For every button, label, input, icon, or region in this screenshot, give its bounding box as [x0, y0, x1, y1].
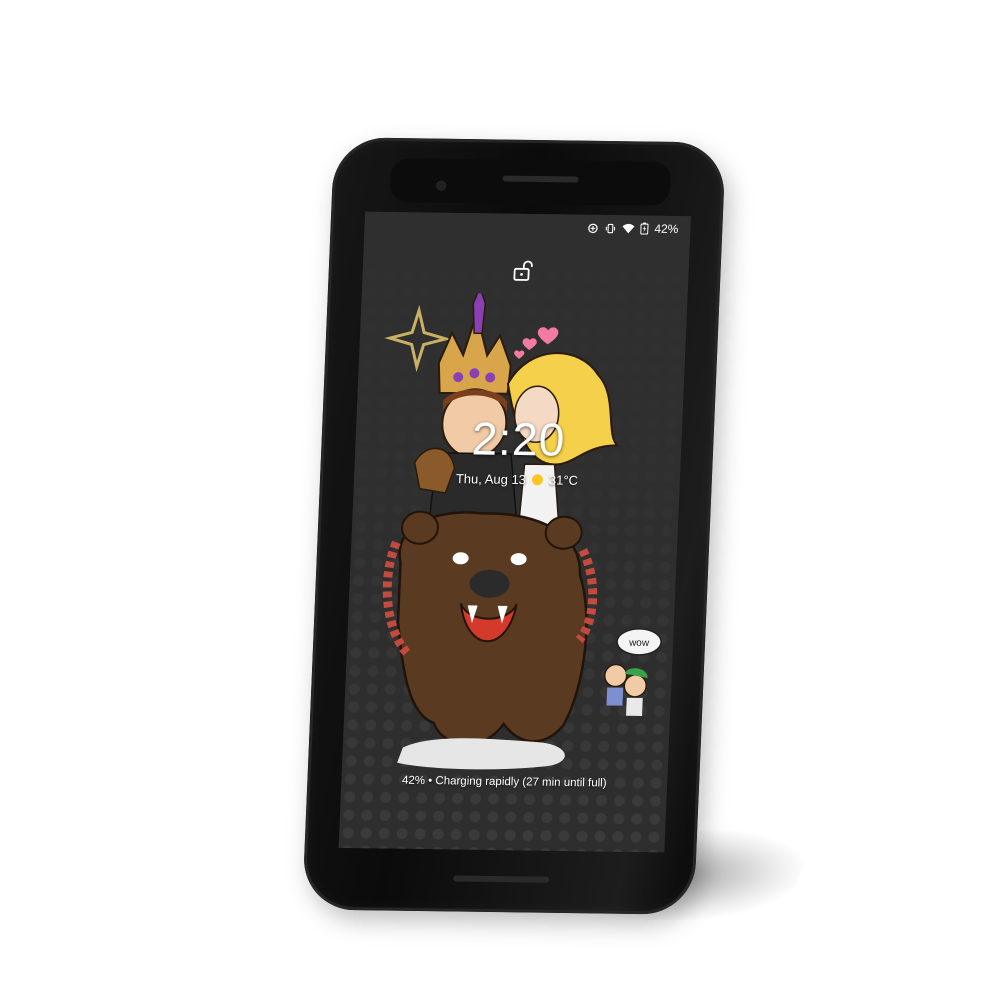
lock-screen-clock: 2:20	[470, 412, 567, 466]
vibrate-icon	[604, 222, 616, 233]
speech-bubble-text: wow	[628, 638, 650, 649]
earpiece-speaker	[502, 175, 579, 183]
phone-device: 42% wow 2:20 Thu, Aug 13 31°C 42% • Char…	[302, 137, 726, 915]
photo-stage: 42% wow 2:20 Thu, Aug 13 31°C 42% • Char…	[0, 0, 1000, 1000]
battery-percent: 42%	[654, 221, 679, 237]
data-saver-icon	[587, 222, 598, 233]
speech-bubble: wow	[616, 628, 662, 656]
small-characters	[603, 663, 648, 716]
battery-charging-icon	[640, 222, 649, 235]
lock-screen[interactable]: 42% wow 2:20 Thu, Aug 13 31°C 42% • Char…	[338, 211, 691, 853]
unlock-icon[interactable]	[512, 260, 533, 287]
wallpaper-illustration: wow	[382, 291, 662, 770]
ground-splash	[397, 738, 565, 770]
status-bar: 42%	[587, 221, 679, 236]
temperature-text: 31°C	[548, 472, 579, 488]
sun-icon	[531, 474, 544, 486]
wifi-icon	[622, 223, 635, 234]
date-text: Thu, Aug 13	[455, 471, 527, 488]
bear-illustration	[382, 510, 598, 746]
bottom-speaker	[453, 875, 550, 883]
sparkle-icon	[384, 304, 452, 373]
crown-icon	[437, 291, 512, 395]
